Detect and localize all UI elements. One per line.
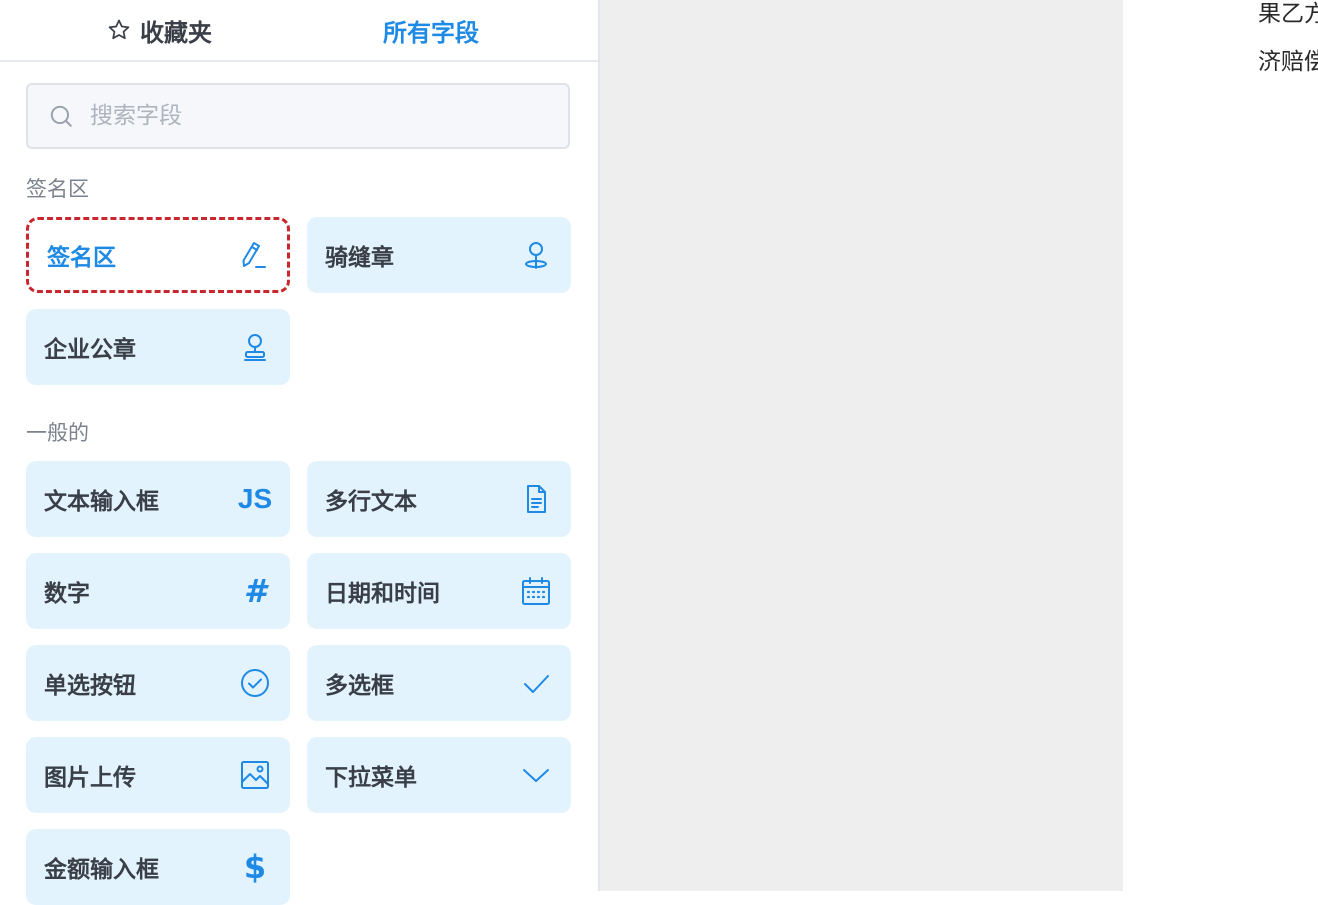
chevron-down-icon [519,758,553,792]
field-label: 单选按钮 [44,673,136,699]
field-label: 图片上传 [44,765,136,791]
document-text-line: 果乙方 [1258,1,1318,27]
js-icon: JS [237,483,273,514]
dollar-icon: $ [243,848,267,886]
field-label: 多选框 [325,673,394,699]
search-box [26,83,570,149]
field-checkbox[interactable]: 多选框 [307,645,571,721]
search-input[interactable] [88,102,568,130]
field-label: 日期和时间 [325,581,440,607]
field-label: 下拉菜单 [325,765,417,791]
field-label: 企业公章 [44,337,136,363]
tab-favorites[interactable]: 收藏夹 [106,0,212,60]
section-title-signature: 签名区 [26,177,89,201]
field-seam-stamp[interactable]: 骑缝章 [307,217,571,293]
pen-icon [235,238,269,272]
field-label: 文本输入框 [44,489,159,515]
field-image-upload[interactable]: 图片上传 [26,737,290,813]
tab-all-fields-label: 所有字段 [383,18,479,47]
field-company-seal[interactable]: 企业公章 [26,309,290,385]
field-label: 骑缝章 [325,245,394,271]
field-label: 签名区 [47,245,116,271]
image-icon [238,758,272,792]
checkmark-icon [519,666,553,700]
editor-canvas[interactable] [600,0,1123,891]
field-signature-area[interactable]: 签名区 [26,217,290,293]
star-icon [108,19,130,40]
tab-favorites-label: 收藏夹 [140,18,212,47]
calendar-icon [519,574,553,608]
field-panel: 收藏夹 所有字段 签名区 签名区 骑缝章 企业公章 [0,0,600,905]
tab-all-fields[interactable]: 所有字段 [383,0,479,60]
search-icon [50,105,72,127]
check-circle-icon [238,666,272,700]
document-text-line: 济赔偿 [1258,49,1318,75]
section-title-general: 一般的 [26,421,89,445]
field-amount-input[interactable]: 金额输入框 $ [26,829,290,905]
field-number[interactable]: 数字 # [26,553,290,629]
document-icon [519,482,553,516]
document-page[interactable]: 果乙方 济赔偿 [1123,0,1318,891]
field-dropdown[interactable]: 下拉菜单 [307,737,571,813]
field-label: 多行文本 [325,489,417,515]
field-radio-button[interactable]: 单选按钮 [26,645,290,721]
stamp-icon [238,330,272,364]
field-label: 金额输入框 [44,857,159,883]
field-multiline-text[interactable]: 多行文本 [307,461,571,537]
stamp-icon [519,238,553,272]
tab-bar: 收藏夹 所有字段 [0,0,598,62]
field-text-input[interactable]: 文本输入框 JS [26,461,290,537]
hash-icon: # [243,572,267,610]
field-date-time[interactable]: 日期和时间 [307,553,571,629]
field-label: 数字 [44,581,90,607]
